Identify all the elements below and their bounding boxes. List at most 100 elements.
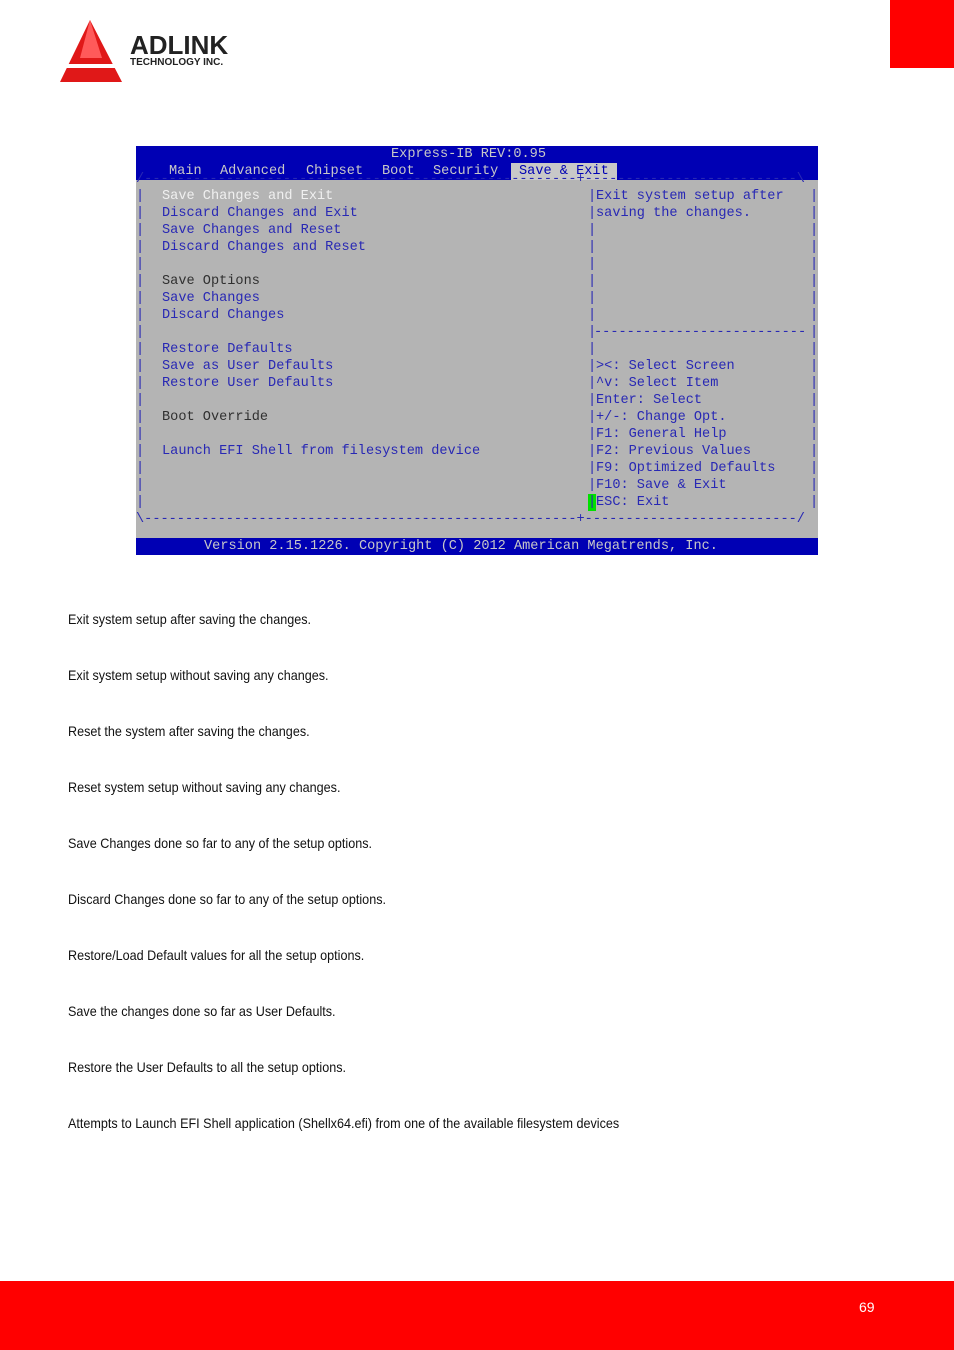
frame-bottom: \---------------------------------------… bbox=[136, 512, 805, 527]
frame-right: | bbox=[810, 257, 819, 272]
frame-left: | bbox=[136, 478, 145, 493]
frame-right: | bbox=[810, 342, 819, 357]
page-footer bbox=[0, 1281, 954, 1350]
frame-divider: | bbox=[588, 206, 597, 221]
frame-left: | bbox=[136, 308, 145, 323]
bios-screen: Express-IB REV:0.95 Main Advanced Chipse… bbox=[136, 146, 818, 555]
description-text: Reset the system after saving the change… bbox=[68, 723, 310, 739]
frame-left: | bbox=[136, 257, 145, 272]
menu-item-launch-efi-shell-from-filesystem-device[interactable]: Launch EFI Shell from filesystem device bbox=[162, 443, 480, 460]
description-text: Save the changes done so far as User Def… bbox=[68, 1003, 336, 1019]
bios-version: Version 2.15.1226. Copyright (C) 2012 Am… bbox=[204, 539, 718, 554]
key-hint: F1: General Help bbox=[596, 427, 727, 442]
svg-text:ADLINK: ADLINK bbox=[130, 30, 228, 60]
menu-item-discard-changes-and-exit[interactable]: Discard Changes and Exit bbox=[162, 205, 358, 222]
key-hint: ^v: Select Item bbox=[596, 376, 719, 391]
frame-right: | bbox=[810, 376, 819, 391]
page-number: 69 bbox=[859, 1299, 875, 1315]
description-text: Exit system setup after saving the chang… bbox=[68, 611, 312, 627]
frame-divider: | bbox=[588, 393, 597, 408]
key-hint: ESC: Exit bbox=[596, 495, 670, 510]
frame-left: | bbox=[136, 410, 145, 425]
frame-divider: | bbox=[588, 274, 597, 289]
frame-left: | bbox=[136, 359, 145, 374]
frame-right: | bbox=[810, 240, 819, 255]
frame-divider: | bbox=[588, 342, 597, 357]
description-text: Exit system setup without saving any cha… bbox=[68, 667, 329, 683]
frame-divider: | bbox=[588, 478, 597, 493]
menu-item-restore-user-defaults[interactable]: Restore User Defaults bbox=[162, 375, 333, 392]
frame-right: | bbox=[810, 189, 819, 204]
description-text: Reset system setup without saving any ch… bbox=[68, 779, 341, 795]
menu-item-save-as-user-defaults[interactable]: Save as User Defaults bbox=[162, 358, 333, 375]
frame-divider: | bbox=[588, 461, 597, 476]
description-text: Restore the User Defaults to all the set… bbox=[68, 1059, 347, 1075]
frame-right: | bbox=[810, 393, 819, 408]
description-text: Discard Changes done so far to any of th… bbox=[68, 891, 387, 907]
frame-left: | bbox=[136, 427, 145, 442]
frame-right: | bbox=[810, 274, 819, 289]
frame-left: | bbox=[136, 206, 145, 221]
frame-right: | bbox=[810, 461, 819, 476]
menu-item-restore-defaults[interactable]: Restore Defaults bbox=[162, 341, 293, 358]
frame-left: | bbox=[136, 274, 145, 289]
frame-right: | bbox=[810, 223, 819, 238]
frame-right: | bbox=[810, 325, 819, 340]
corner-tab bbox=[890, 0, 954, 68]
svg-text:TECHNOLOGY INC.: TECHNOLOGY INC. bbox=[130, 57, 223, 68]
description-text: Attempts to Launch EFI Shell application… bbox=[68, 1115, 620, 1131]
help-text: saving the changes. bbox=[596, 206, 751, 221]
frame-right: | bbox=[810, 359, 819, 374]
frame-divider: | bbox=[588, 444, 597, 459]
key-hint: ><: Select Screen bbox=[596, 359, 735, 374]
description-text: Save Changes done so far to any of the s… bbox=[68, 835, 373, 851]
frame-left: | bbox=[136, 240, 145, 255]
frame-left: | bbox=[136, 444, 145, 459]
bios-title: Express-IB REV:0.95 bbox=[391, 147, 546, 162]
frame-right: | bbox=[810, 427, 819, 442]
frame-right: | bbox=[810, 478, 819, 493]
frame-top: /---------------------------------------… bbox=[136, 172, 805, 187]
frame-divider: | bbox=[588, 223, 597, 238]
frame-right: | bbox=[810, 308, 819, 323]
key-hint: F9: Optimized Defaults bbox=[596, 461, 776, 476]
adlink-logo: ADLINK TECHNOLOGY INC. bbox=[58, 18, 268, 89]
frame-left: | bbox=[136, 393, 145, 408]
key-hint: F10: Save & Exit bbox=[596, 478, 727, 493]
menu-item-save-changes[interactable]: Save Changes bbox=[162, 290, 260, 307]
frame-left: | bbox=[136, 291, 145, 306]
menu-item-discard-changes[interactable]: Discard Changes bbox=[162, 307, 284, 324]
frame-left: | bbox=[136, 189, 145, 204]
frame-left: | bbox=[136, 376, 145, 391]
menu-item-save-options[interactable]: Save Options bbox=[162, 273, 260, 290]
menu-item-save-changes-and-reset[interactable]: Save Changes and Reset bbox=[162, 222, 341, 239]
frame-divider: | bbox=[588, 427, 597, 442]
frame-left: | bbox=[136, 342, 145, 357]
help-divider: -------------------------- bbox=[594, 325, 807, 340]
menu-item-boot-override[interactable]: Boot Override bbox=[162, 409, 268, 426]
frame-divider: | bbox=[588, 359, 597, 374]
key-hint: Enter: Select bbox=[596, 393, 703, 408]
frame-right: | bbox=[810, 291, 819, 306]
key-hint: F2: Previous Values bbox=[596, 444, 751, 459]
menu-item-save-changes-and-exit[interactable]: Save Changes and Exit bbox=[162, 188, 333, 205]
frame-right: | bbox=[810, 410, 819, 425]
frame-right: | bbox=[810, 444, 819, 459]
cursor-marker: | bbox=[588, 494, 597, 511]
frame-left: | bbox=[136, 223, 145, 238]
frame-right: | bbox=[810, 495, 819, 510]
frame-divider: | bbox=[588, 257, 597, 272]
menu-item-discard-changes-and-reset[interactable]: Discard Changes and Reset bbox=[162, 239, 366, 256]
key-hint: +/-: Change Opt. bbox=[596, 410, 727, 425]
frame-divider: | bbox=[588, 291, 597, 306]
frame-divider: | bbox=[588, 308, 597, 323]
frame-left: | bbox=[136, 325, 145, 340]
frame-divider: | bbox=[588, 240, 597, 255]
frame-divider: | bbox=[588, 376, 597, 391]
frame-divider: | bbox=[588, 189, 597, 204]
description-text: Restore/Load Default values for all the … bbox=[68, 947, 365, 963]
frame-divider: | bbox=[588, 410, 597, 425]
help-text: Exit system setup after bbox=[596, 189, 784, 204]
frame-left: | bbox=[136, 461, 145, 476]
frame-left: | bbox=[136, 495, 145, 510]
